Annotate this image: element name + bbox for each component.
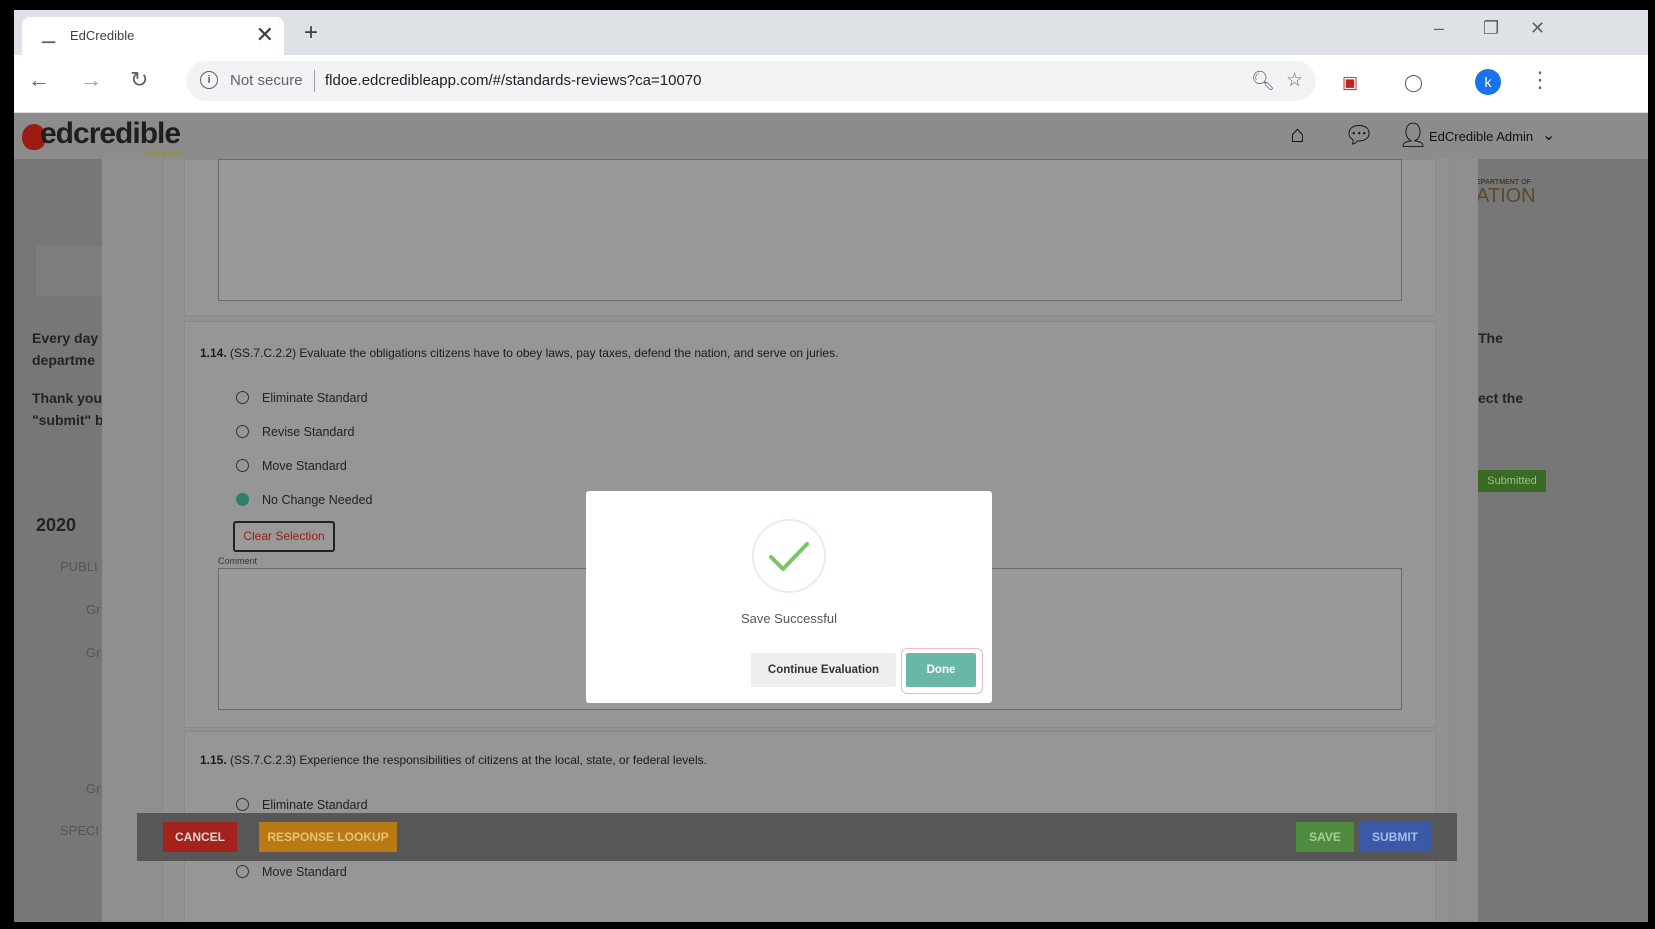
- response-lookup-button[interactable]: RESPONSE LOOKUP: [259, 822, 397, 852]
- option-label: Move Standard: [262, 865, 347, 879]
- question-text: 1.14. (SS.7.C.2.2) Evaluate the obligati…: [200, 346, 838, 360]
- address-bar[interactable]: i Not secure fldoe.edcredibleapp.com/#/s…: [186, 61, 1316, 101]
- radio-icon[interactable]: [236, 798, 249, 811]
- option-label: Eliminate Standard: [262, 391, 368, 405]
- dept-logo: ATION: [1476, 185, 1536, 207]
- tab-bar: ━━ EdCredible ✕ + – ❐ ✕: [14, 10, 1648, 55]
- option-label: Revise Standard: [262, 425, 355, 439]
- cancel-button[interactable]: CANCEL: [163, 822, 237, 852]
- app-logo[interactable]: edcredible: [40, 117, 181, 151]
- save-success-dialog: Save Successful Continue Evaluation Done: [586, 491, 992, 703]
- menu-kebab-icon[interactable]: ⋮: [1529, 67, 1551, 93]
- success-check-icon: [752, 519, 826, 593]
- bg-grade: Gr: [86, 781, 101, 796]
- question-text: 1.15. (SS.7.C.2.3) Experience the respon…: [200, 753, 707, 767]
- radio-option[interactable]: Revise Standard: [236, 425, 354, 439]
- back-icon[interactable]: ←: [28, 67, 50, 93]
- bg-intro-line: departme: [32, 352, 96, 368]
- radio-icon[interactable]: [236, 459, 249, 472]
- clear-selection-button[interactable]: Clear Selection: [233, 521, 335, 552]
- bg-right-text: The: [1478, 330, 1503, 346]
- option-label: Eliminate Standard: [262, 798, 368, 812]
- submitted-badge: Submitted: [1478, 470, 1546, 492]
- profile-avatar[interactable]: k: [1475, 69, 1501, 95]
- option-label: No Change Needed: [262, 493, 373, 507]
- new-tab-icon[interactable]: +: [304, 19, 318, 47]
- question-description: (SS.7.C.2.3) Experience the responsibili…: [230, 753, 707, 767]
- question-number: 1.14.: [200, 346, 227, 360]
- action-bar: CANCEL RESPONSE LOOKUP SAVE SUBMIT: [137, 813, 1457, 861]
- bg-grade: Gr: [86, 602, 101, 617]
- restore-icon[interactable]: ❐: [1483, 18, 1499, 39]
- user-icon[interactable]: 👤︎: [1398, 121, 1428, 150]
- info-icon[interactable]: i: [200, 71, 218, 89]
- close-window-icon[interactable]: ✕: [1530, 18, 1545, 39]
- security-label: Not secure: [230, 72, 303, 89]
- browser-toolbar: ← → ↻ i Not secure fldoe.edcredibleapp.c…: [14, 55, 1648, 113]
- save-button[interactable]: SAVE: [1296, 822, 1354, 852]
- bg-year: 2020: [36, 515, 77, 535]
- bg-intro-line: Every day: [32, 330, 99, 346]
- radio-icon[interactable]: [236, 493, 249, 506]
- bg-intro-line: "submit" b: [32, 412, 104, 428]
- radio-option-selected[interactable]: No Change Needed: [236, 493, 373, 507]
- chevron-down-icon[interactable]: ⌄: [1542, 125, 1555, 145]
- extension-icon[interactable]: ▣: [1342, 73, 1358, 93]
- radio-icon[interactable]: [236, 425, 249, 438]
- bg-intro-line: Thank you: [32, 390, 103, 406]
- comment-textarea[interactable]: [218, 159, 1402, 301]
- radio-icon[interactable]: [236, 391, 249, 404]
- browser-tab[interactable]: ━━ EdCredible ✕: [22, 17, 284, 55]
- radio-option[interactable]: Eliminate Standard: [236, 798, 368, 812]
- done-button[interactable]: Done: [906, 653, 976, 687]
- question-number: 1.15.: [200, 753, 227, 767]
- chat-icon[interactable]: 💬︎: [1344, 121, 1374, 150]
- bg-speci: SPECI: [60, 823, 100, 838]
- radio-option[interactable]: Eliminate Standard: [236, 391, 368, 405]
- user-name[interactable]: EdCredible Admin: [1429, 129, 1533, 144]
- extension-circle-icon[interactable]: ◯: [1404, 73, 1423, 93]
- bg-right-text: ect the: [1478, 390, 1524, 406]
- bg-block: [36, 246, 106, 296]
- dialog-message: Save Successful: [740, 611, 838, 626]
- bg-publi: PUBLI: [60, 559, 98, 574]
- forward-icon[interactable]: →: [80, 67, 102, 93]
- reload-icon[interactable]: ↻: [130, 67, 148, 93]
- comment-label: Comment: [218, 556, 258, 566]
- app-viewport: edcredible ★★★★★ ⌂ 💬︎ 👤︎ EdCredible Admi…: [14, 113, 1648, 922]
- radio-option[interactable]: Move Standard: [236, 459, 347, 473]
- bg-grade: Gr: [86, 645, 101, 660]
- radio-option[interactable]: Move Standard: [236, 865, 347, 879]
- divider: [314, 70, 315, 92]
- logo-stars: ★★★★★: [146, 149, 182, 158]
- submit-button[interactable]: SUBMIT: [1359, 822, 1431, 852]
- bookmark-star-icon[interactable]: ☆: [1286, 69, 1303, 92]
- zoom-icon[interactable]: 🔍︎: [1251, 69, 1275, 93]
- minimize-icon[interactable]: –: [1434, 18, 1444, 39]
- question-description: (SS.7.C.2.2) Evaluate the obligations ci…: [230, 346, 839, 360]
- close-tab-icon[interactable]: ✕: [256, 22, 274, 48]
- option-label: Move Standard: [262, 459, 347, 473]
- home-icon[interactable]: ⌂: [1290, 121, 1305, 149]
- url-text[interactable]: fldoe.edcredibleapp.com/#/standards-revi…: [325, 72, 702, 89]
- app-header: edcredible ★★★★★ ⌂ 💬︎ 👤︎ EdCredible Admi…: [14, 113, 1648, 159]
- continue-evaluation-button[interactable]: Continue Evaluation: [751, 653, 896, 687]
- favicon-icon: ━━: [42, 37, 56, 49]
- radio-icon[interactable]: [236, 865, 249, 878]
- tab-title: EdCredible: [70, 28, 135, 43]
- browser-window: ━━ EdCredible ✕ + – ❐ ✕ ← → ↻ i Not secu…: [14, 10, 1648, 922]
